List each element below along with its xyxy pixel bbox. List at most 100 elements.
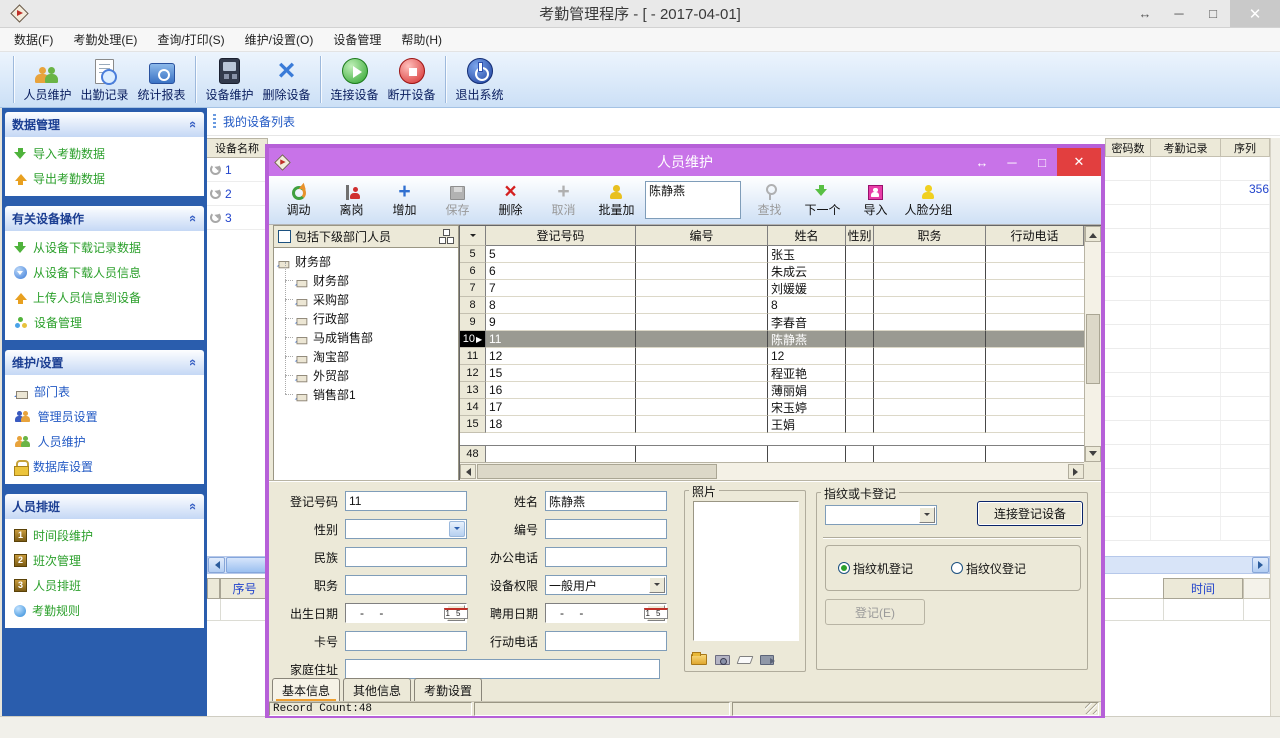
import-button[interactable]: 导入 [849, 177, 902, 223]
dropdown-arrow-icon[interactable] [460, 226, 486, 246]
tab-other-info[interactable]: 其他信息 [343, 678, 411, 701]
device-row[interactable]: 1 [207, 158, 268, 182]
eraser-icon[interactable] [737, 656, 754, 664]
scroll-down-icon[interactable] [1085, 446, 1101, 462]
chevron-up-icon[interactable]: « [186, 121, 201, 128]
emp-no-field[interactable] [545, 519, 667, 539]
sidebar-item-import-data[interactable]: 导入考勤数据 [14, 145, 200, 162]
calendar-icon[interactable]: 15 [647, 605, 665, 621]
toolbar-exit-button[interactable]: 退出系统 [451, 52, 508, 107]
column-header[interactable]: 姓名 [768, 226, 846, 246]
sidebar-item-attendance-rules[interactable]: 考勤规则 [14, 602, 200, 619]
dialog-close-button[interactable]: ✕ [1057, 148, 1101, 176]
section-header-device-ops[interactable]: 有关设备操作 « [5, 206, 204, 231]
scroll-up-icon[interactable] [1085, 226, 1101, 242]
scroll-right-icon[interactable] [1068, 464, 1084, 479]
dialog-minimize-button[interactable]: ─ [997, 148, 1027, 176]
add-button[interactable]: +增加 [378, 177, 431, 223]
connect-register-device-button[interactable]: 连接登记设备 [977, 501, 1083, 526]
chevron-up-icon[interactable]: « [186, 215, 201, 222]
duty-field[interactable] [345, 575, 467, 595]
office-phone-field[interactable] [545, 547, 667, 567]
sidebar-item-upload-personnel[interactable]: 上传人员信息到设备 [14, 289, 200, 306]
home-address-field[interactable] [345, 659, 660, 679]
toolbar-delete-device-button[interactable]: × 删除设备 [258, 52, 315, 107]
name-field[interactable]: 陈静燕 [545, 491, 667, 511]
tree-node[interactable]: 销售部1 [276, 385, 456, 404]
fingerprint-device-select[interactable] [825, 505, 937, 525]
menu-attendance[interactable]: 考勤处理(E) [63, 28, 147, 51]
table-row[interactable]: 55张玉 [460, 246, 1084, 263]
fingerprint-machine-radio[interactable]: 指纹机登记 [838, 560, 913, 577]
tree-node[interactable]: 行政部 [276, 309, 456, 328]
table-row[interactable]: 1215程亚艳 [460, 365, 1084, 382]
table-row[interactable]: 1316薄丽娟 [460, 382, 1084, 399]
table-row-selected[interactable]: 1011陈静燕 [460, 331, 1084, 348]
column-header[interactable]: 考勤记录 [1151, 138, 1221, 157]
chevron-up-icon[interactable]: « [186, 503, 201, 510]
column-header[interactable]: 登记号码 [486, 226, 636, 246]
face-group-button[interactable]: 人脸分组 [902, 177, 955, 223]
chevron-up-icon[interactable]: « [186, 359, 201, 366]
menu-query-print[interactable]: 查询/打印(S) [147, 28, 234, 51]
toolbar-personnel-button[interactable]: 人员维护 [19, 52, 76, 107]
table-row[interactable]: 77刘媛媛 [460, 280, 1084, 297]
tree-node[interactable]: 马成销售部 [276, 328, 456, 347]
include-sub-dept-checkbox[interactable] [278, 230, 291, 243]
menu-device[interactable]: 设备管理 [323, 28, 391, 51]
sidebar-item-admin-settings[interactable]: 管理员设置 [14, 408, 200, 425]
leave-post-button[interactable]: 离岗 [325, 177, 378, 223]
sidebar-item-personnel-maintain[interactable]: 人员维护 [14, 433, 200, 450]
table-row[interactable]: 111212 [460, 348, 1084, 365]
sidebar-item-time-period[interactable]: 1时间段维护 [14, 527, 200, 544]
fingerprint-reader-radio[interactable]: 指纹仪登记 [951, 560, 1026, 577]
toolbar-disconnect-device-button[interactable]: 断开设备 [383, 52, 440, 107]
device-row[interactable]: 3 [207, 206, 268, 230]
device-row[interactable]: 2 [207, 182, 268, 206]
arrange-arrows-icon[interactable]: ↔ [967, 148, 997, 176]
column-header[interactable]: 序列 [1221, 138, 1270, 157]
column-header[interactable]: 性别 [846, 226, 874, 246]
table-row[interactable]: 99李春音 [460, 314, 1084, 331]
tree-node[interactable]: 采购部 [276, 290, 456, 309]
toolbar-device-maintain-button[interactable]: 设备维护 [201, 52, 258, 107]
dialog-titlebar[interactable]: 人员维护 ↔ ─ □ ✕ [269, 148, 1101, 176]
card-no-field[interactable] [345, 631, 467, 651]
delete-button[interactable]: ×删除 [484, 177, 537, 223]
toolbar-attendance-record-button[interactable]: 出勤记录 [76, 52, 133, 107]
table-row[interactable]: 1518王娟 [460, 416, 1084, 433]
scrollbar-thumb[interactable] [1086, 314, 1100, 384]
menu-help[interactable]: 帮助(H) [391, 28, 452, 51]
column-header[interactable]: 密码数 [1105, 138, 1151, 157]
toolbar-report-button[interactable]: 统计报表 [133, 52, 190, 107]
menu-maintain[interactable]: 维护/设置(O) [235, 28, 324, 51]
sidebar-item-shift-manage[interactable]: 2班次管理 [14, 552, 200, 569]
next-button[interactable]: 下一个 [796, 177, 849, 223]
sidebar-item-download-personnel[interactable]: 从设备下载人员信息 [14, 264, 200, 281]
scroll-left-icon[interactable] [460, 464, 476, 479]
tab-basic-info[interactable]: 基本信息 [272, 678, 340, 701]
tree-root[interactable]: 财务部 [276, 252, 456, 271]
tree-node[interactable]: 外贸部 [276, 366, 456, 385]
birth-date-field[interactable]: - -15 [345, 603, 467, 623]
table-row-last[interactable]: 48 [460, 446, 1084, 462]
column-header[interactable]: 职务 [874, 226, 986, 246]
search-input[interactable]: 陈静燕 [645, 181, 741, 219]
column-header[interactable]: 行动电话 [986, 226, 1084, 246]
grid-horizontal-scrollbar[interactable] [460, 462, 1084, 480]
sidebar-item-device-manage[interactable]: 设备管理 [14, 314, 200, 331]
calendar-icon[interactable]: 15 [447, 605, 465, 621]
radio-selected-icon[interactable] [838, 562, 850, 574]
transfer-button[interactable]: 调动 [272, 177, 325, 223]
camera-icon[interactable] [715, 655, 730, 665]
org-chart-icon[interactable] [439, 230, 454, 244]
sidebar-item-database-settings[interactable]: 数据库设置 [14, 458, 200, 475]
section-header-scheduling[interactable]: 人员排班 « [5, 494, 204, 519]
device-privilege-select[interactable]: 一般用户 [545, 575, 667, 595]
resize-grip[interactable] [1085, 703, 1097, 714]
video-camera-icon[interactable] [760, 655, 774, 665]
sidebar-item-personnel-schedule[interactable]: 3人员排班 [14, 577, 200, 594]
time-column-header[interactable]: 时间 [1163, 578, 1243, 599]
sidebar-item-department-table[interactable]: 部门表 [14, 383, 200, 400]
sidebar-item-download-records[interactable]: 从设备下载记录数据 [14, 239, 200, 256]
